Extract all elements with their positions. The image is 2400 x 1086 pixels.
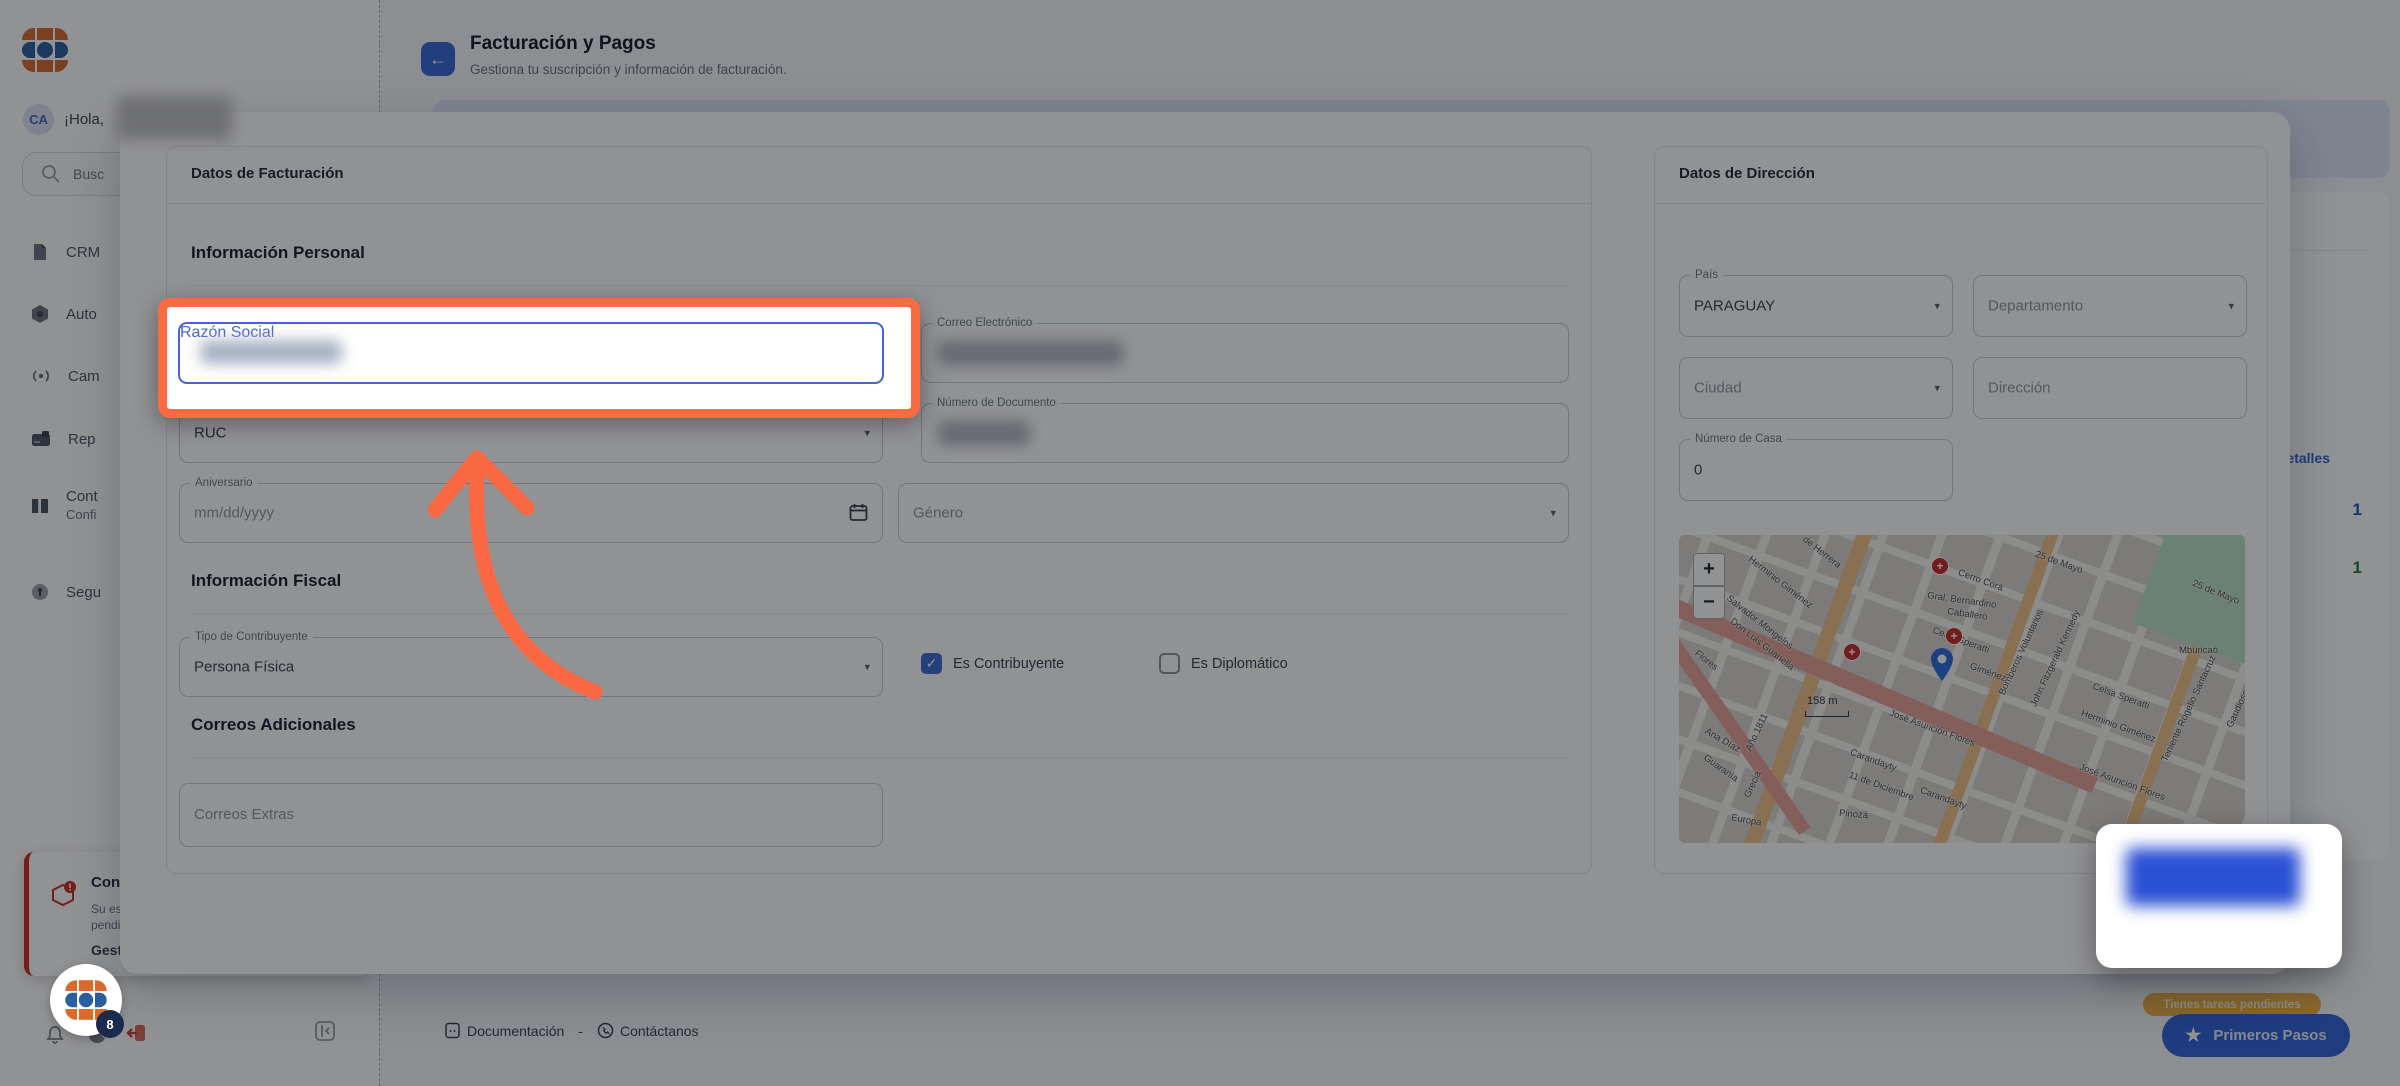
razon-social-field[interactable]: Razón Social xyxy=(178,322,884,384)
save-actions-card xyxy=(2096,824,2342,968)
tour-arrow-icon xyxy=(390,430,630,720)
app-screen: CA ¡Hola, CRM Auto Cam xyxy=(0,0,2400,1086)
tour-dim-overlay xyxy=(0,0,2400,1086)
notification-count-badge: 8 xyxy=(96,1010,124,1038)
redacted-razon-social-value xyxy=(200,340,342,364)
redacted-save-button[interactable] xyxy=(2126,848,2300,906)
tour-highlight-frame: Razón Social xyxy=(158,298,920,418)
